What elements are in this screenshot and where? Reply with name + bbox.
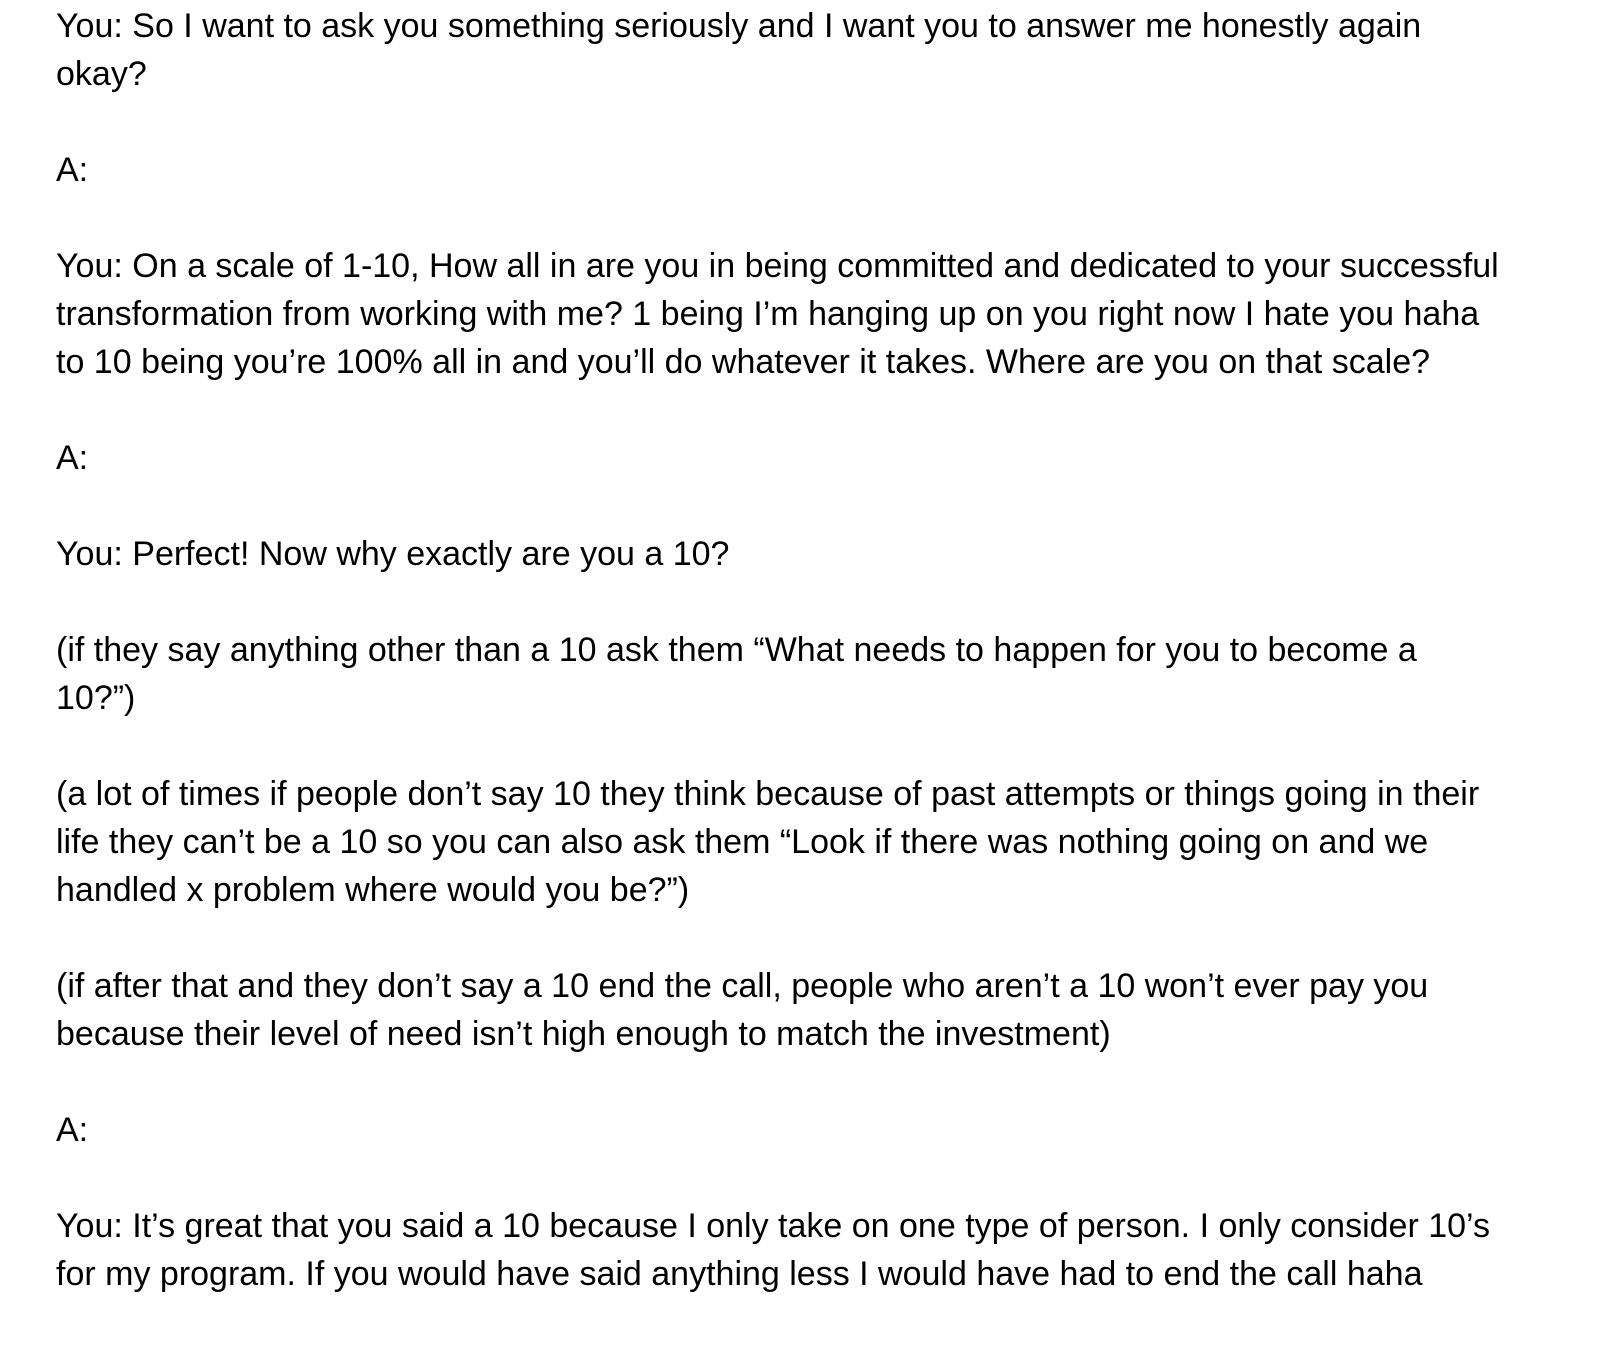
text-line: A: [56,151,89,189]
answer-placeholder: A: [56,434,1601,482]
text-line: okay? [56,55,147,93]
question-why-ten: You: Perfect! Now why exactly are you a … [56,530,1601,578]
text-line: A: [56,439,89,477]
text-line: A: [56,1111,89,1149]
statement-only-tens: You: It’s great that you said a 10 becau… [56,1202,1601,1298]
text-line: (if after that and they don’t say a 10 e… [56,967,1429,1005]
text-line: life they can’t be a 10 so you can also … [56,823,1429,861]
text-line: 10?”) [56,679,136,717]
text-line: You: On a scale of 1-10, How all in are … [56,247,1499,285]
text-line: transformation from working with me? 1 b… [56,295,1480,333]
note-end-call: (if after that and they don’t say a 10 e… [56,962,1601,1058]
answer-placeholder: A: [56,1106,1601,1154]
question-honesty: You: So I want to ask you something seri… [56,2,1601,98]
text-line: (if they say anything other than a 10 as… [56,631,1417,669]
text-line: You: It’s great that you said a 10 becau… [56,1207,1490,1245]
text-line: You: Perfect! Now why exactly are you a … [56,535,730,573]
text-line: (a lot of times if people don’t say 10 t… [56,775,1480,813]
question-scale: You: On a scale of 1-10, How all in are … [56,242,1601,386]
text-line: because their level of need isn’t high e… [56,1015,1111,1053]
text-line: You: So I want to ask you something seri… [56,7,1422,45]
note-past-attempts: (a lot of times if people don’t say 10 t… [56,770,1601,914]
text-line: for my program. If you would have said a… [56,1255,1423,1293]
text-line: to 10 being you’re 100% all in and you’l… [56,343,1431,381]
text-line: handled x problem where would you be?”) [56,871,690,909]
script-document: You: So I want to ask you something seri… [56,0,1601,1298]
answer-placeholder: A: [56,146,1601,194]
note-not-ten: (if they say anything other than a 10 as… [56,626,1601,722]
